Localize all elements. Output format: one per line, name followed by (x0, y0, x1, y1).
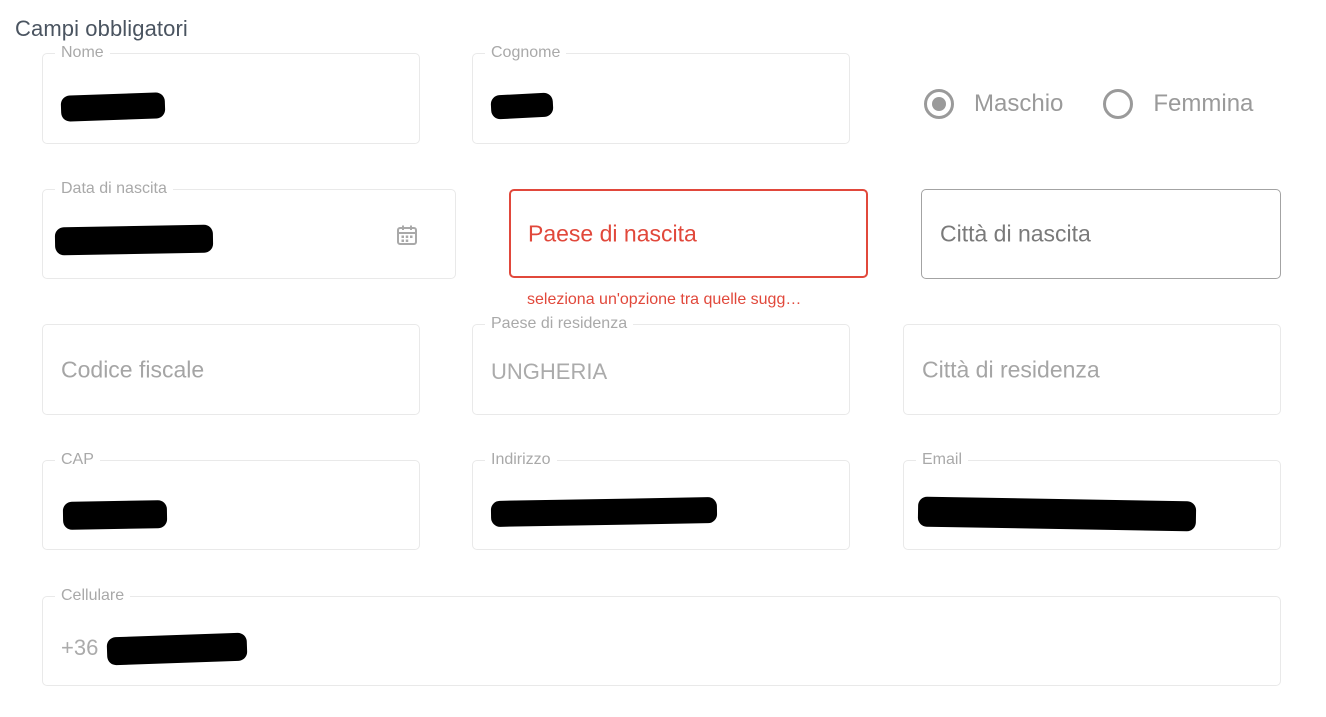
redacted-value (62, 500, 168, 530)
data-nascita-label: Data di nascita (55, 180, 173, 198)
redacted-value (917, 496, 1197, 532)
gender-option-label: Femmina (1153, 90, 1254, 117)
redacted-value (106, 632, 248, 666)
nome-field[interactable]: Nome (42, 44, 420, 144)
codice-fiscale-placeholder: Codice fiscale (61, 356, 205, 382)
gender-option-maschio[interactable]: Maschio (924, 89, 1063, 119)
redacted-value (490, 92, 554, 120)
nome-label: Nome (55, 44, 110, 62)
gender-radio-group: Maschio Femmina (924, 89, 1253, 119)
citta-nascita-field[interactable]: Città di nascita (921, 189, 1281, 279)
email-field[interactable]: Email (903, 451, 1281, 550)
calendar-icon[interactable] (395, 223, 419, 247)
cap-label: CAP (55, 451, 100, 469)
cellulare-field[interactable]: Cellulare +36 (42, 587, 1281, 686)
redacted-value (490, 497, 718, 527)
redacted-value (60, 92, 166, 122)
registration-form: Campi obbligatori Nome Cognome Maschio F… (0, 0, 1326, 717)
indirizzo-label: Indirizzo (485, 451, 557, 469)
cellulare-prefix: +36 (61, 635, 99, 660)
citta-residenza-placeholder: Città di residenza (922, 356, 1100, 382)
radio-dot (932, 97, 946, 111)
citta-residenza-field[interactable]: Città di residenza (903, 324, 1281, 415)
paese-residenza-value: UNGHERIA (491, 359, 608, 384)
cognome-field[interactable]: Cognome (472, 44, 850, 144)
section-title: Campi obbligatori (15, 16, 188, 41)
data-nascita-field[interactable]: Data di nascita (42, 180, 456, 279)
email-label: Email (916, 451, 969, 469)
radio-checked-icon[interactable] (924, 89, 954, 119)
citta-nascita-placeholder: Città di nascita (940, 220, 1091, 247)
gender-option-femmina[interactable]: Femmina (1103, 89, 1253, 119)
cellulare-label: Cellulare (55, 587, 131, 605)
codice-fiscale-field[interactable]: Codice fiscale (42, 324, 420, 415)
paese-nascita-error: seleziona un'opzione tra quelle sugg… (527, 291, 802, 308)
gender-option-label: Maschio (974, 90, 1064, 117)
cap-field[interactable]: CAP (42, 451, 420, 550)
cognome-label: Cognome (485, 44, 567, 62)
indirizzo-field[interactable]: Indirizzo (472, 451, 850, 550)
paese-residenza-field[interactable]: Paese di residenza UNGHERIA (472, 315, 850, 415)
redacted-value (54, 224, 214, 256)
paese-nascita-placeholder: Paese di nascita (528, 220, 697, 246)
radio-unchecked-icon[interactable] (1103, 89, 1134, 119)
paese-residenza-label: Paese di residenza (485, 315, 634, 333)
paese-nascita-field[interactable]: Paese di nascita (509, 189, 868, 278)
